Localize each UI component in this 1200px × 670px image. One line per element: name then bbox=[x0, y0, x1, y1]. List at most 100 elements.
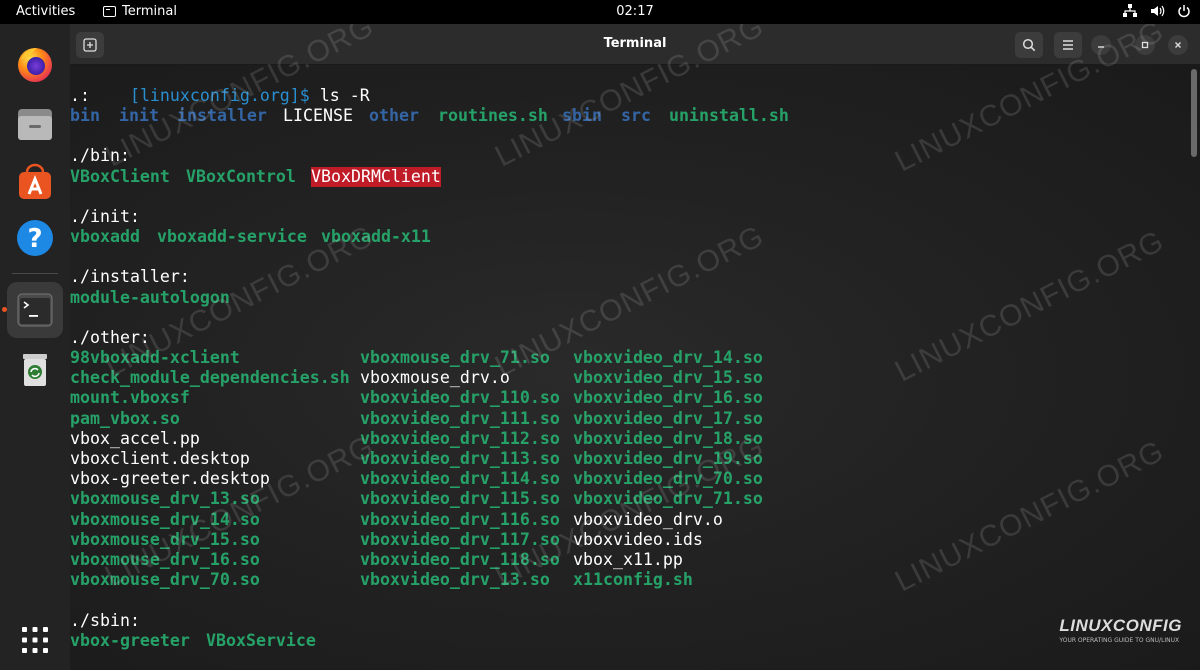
top-bar: Activities Terminal 02:17 bbox=[0, 0, 1200, 24]
terminal-output[interactable]: [linuxconfig.org]$ ls -R .: bin init ins… bbox=[70, 65, 1200, 670]
exec-entry: vboxmouse_drv_14.so bbox=[70, 509, 260, 529]
file-entry: vboxmouse_drv.o bbox=[360, 368, 510, 388]
exec-entry: vboxmouse_drv_16.so bbox=[70, 550, 260, 569]
exec-entry: module-autologon bbox=[70, 288, 230, 307]
app-menu-label: Terminal bbox=[122, 4, 177, 19]
app-menu[interactable]: Terminal bbox=[103, 4, 177, 19]
exec-entry: 98vboxadd-xclient bbox=[70, 348, 240, 367]
network-icon bbox=[1122, 3, 1138, 19]
dir-entry: src bbox=[621, 106, 651, 125]
section-header: ./other: bbox=[70, 328, 150, 347]
menu-button[interactable] bbox=[1054, 32, 1082, 58]
new-tab-button[interactable] bbox=[76, 32, 104, 58]
minimize-button[interactable] bbox=[1091, 35, 1111, 55]
section-header: .: bbox=[70, 86, 90, 105]
dir-entry: bin bbox=[70, 106, 100, 125]
show-apps-button[interactable] bbox=[7, 612, 63, 668]
terminal-app-icon bbox=[103, 6, 116, 17]
search-icon bbox=[1022, 38, 1036, 52]
prompt-line: [linuxconfig.org]$ ls -R bbox=[70, 66, 370, 105]
close-icon bbox=[1175, 42, 1181, 48]
dir-entry: init bbox=[119, 106, 159, 125]
exec-entry: vboxvideo_drv_71.so bbox=[573, 489, 763, 509]
exec-entry: vboxvideo_drv_118.so bbox=[360, 550, 560, 569]
exec-entry: vboxvideo_drv_19.so bbox=[573, 449, 763, 468]
file-entry: vbox-greeter.desktop bbox=[70, 469, 270, 489]
listing-row: VBoxClient VBoxControl VBoxDRMClient bbox=[70, 167, 441, 187]
exec-entry: vboxmouse_drv_71.so bbox=[360, 348, 550, 367]
exec-entry: vboxmouse_drv_70.so bbox=[70, 570, 260, 590]
dir-entry: sbin bbox=[562, 106, 602, 125]
maximize-button[interactable] bbox=[1135, 35, 1155, 55]
exec-entry: vboxmouse_drv_15.so bbox=[70, 529, 260, 549]
close-button[interactable] bbox=[1168, 35, 1188, 55]
file-entry: vboxvideo_drv.o bbox=[573, 509, 723, 529]
exec-entry: vboxvideo_drv_116.so bbox=[360, 509, 560, 529]
maximize-icon bbox=[1141, 41, 1149, 49]
exec-entry: vboxvideo_drv_17.so bbox=[573, 408, 763, 428]
trash-icon bbox=[23, 354, 47, 386]
firefox-icon bbox=[18, 48, 52, 82]
command: ls -R bbox=[309, 86, 370, 105]
scrollbar[interactable] bbox=[1191, 69, 1197, 157]
exec-entry: vboxadd bbox=[70, 227, 140, 246]
exec-entry: vboxvideo_drv_111.so bbox=[360, 408, 560, 428]
exec-entry: vboxvideo_drv_13.so bbox=[360, 570, 550, 590]
listing-row: vboxadd vboxadd-service vboxadd-x11 bbox=[70, 227, 431, 247]
minimize-icon bbox=[1098, 46, 1104, 48]
dock-separator bbox=[12, 273, 58, 274]
listing-row: bin init installer LICENSE other routine… bbox=[70, 106, 789, 126]
header-bar: Terminal bbox=[70, 24, 1200, 65]
help-icon: ? bbox=[17, 220, 53, 256]
file-entry: vboxclient.desktop bbox=[70, 449, 250, 468]
file-entry: LICENSE bbox=[283, 106, 353, 125]
exec-entry: vboxadd-service bbox=[157, 227, 307, 246]
exec-entry: VBoxControl bbox=[186, 167, 296, 186]
exec-entry: VBoxService bbox=[206, 631, 316, 650]
system-tray[interactable] bbox=[1122, 3, 1192, 19]
dock: ? bbox=[0, 24, 70, 670]
exec-entry: VBoxClient bbox=[70, 167, 170, 186]
dir-entry: other bbox=[369, 106, 419, 125]
highlighted-entry: VBoxDRMClient bbox=[311, 167, 441, 187]
file-entry: vbox_accel.pp bbox=[70, 428, 200, 448]
clock[interactable]: 02:17 bbox=[0, 4, 1200, 19]
app-center-launcher[interactable] bbox=[7, 154, 63, 210]
hamburger-menu-icon bbox=[1063, 40, 1073, 50]
section-header: ./init: bbox=[70, 207, 140, 226]
app-grid-icon bbox=[22, 627, 48, 653]
terminal-launcher[interactable] bbox=[7, 282, 63, 338]
listing-row: module-autologon bbox=[70, 288, 230, 308]
exec-entry: vboxvideo_drv_18.so bbox=[573, 428, 763, 448]
new-tab-icon bbox=[83, 38, 97, 52]
trash-launcher[interactable] bbox=[7, 342, 63, 398]
files-icon bbox=[18, 109, 52, 140]
activities-button[interactable]: Activities bbox=[16, 4, 75, 19]
exec-entry: vboxvideo_drv_110.so bbox=[360, 388, 560, 408]
exec-entry: x11config.sh bbox=[573, 570, 693, 590]
help-launcher[interactable]: ? bbox=[7, 210, 63, 266]
power-icon bbox=[1176, 3, 1192, 19]
search-button[interactable] bbox=[1015, 32, 1043, 58]
exec-entry: vboxvideo_drv_70.so bbox=[573, 469, 763, 489]
section-header: ./installer: bbox=[70, 267, 190, 286]
file-entry: vboxvideo.ids bbox=[573, 529, 703, 549]
firefox-launcher[interactable] bbox=[7, 36, 63, 92]
terminal-icon bbox=[17, 293, 53, 327]
dir-entry: installer bbox=[177, 106, 267, 125]
exec-entry: vboxvideo_drv_15.so bbox=[573, 368, 763, 388]
terminal-window: Terminal [linuxconfig.org]$ ls -R .: bin… bbox=[70, 24, 1200, 670]
exec-entry: vboxvideo_drv_115.so bbox=[360, 489, 560, 509]
listing-row: vbox-greeter VBoxService bbox=[70, 631, 316, 651]
exec-entry: routines.sh bbox=[438, 106, 548, 125]
exec-entry: vboxvideo_drv_14.so bbox=[573, 348, 763, 367]
files-launcher[interactable] bbox=[7, 96, 63, 152]
exec-entry: uninstall.sh bbox=[669, 106, 789, 125]
exec-entry: vboxvideo_drv_114.so bbox=[360, 469, 560, 489]
exec-entry: vboxvideo_drv_113.so bbox=[360, 449, 560, 468]
exec-entry: vboxadd-x11 bbox=[321, 227, 431, 246]
exec-entry: vbox-greeter bbox=[70, 631, 190, 650]
exec-entry: vboxvideo_drv_112.so bbox=[360, 428, 560, 448]
exec-entry: pam_vbox.so bbox=[70, 408, 180, 428]
exec-entry: vboxvideo_drv_117.so bbox=[360, 529, 560, 549]
